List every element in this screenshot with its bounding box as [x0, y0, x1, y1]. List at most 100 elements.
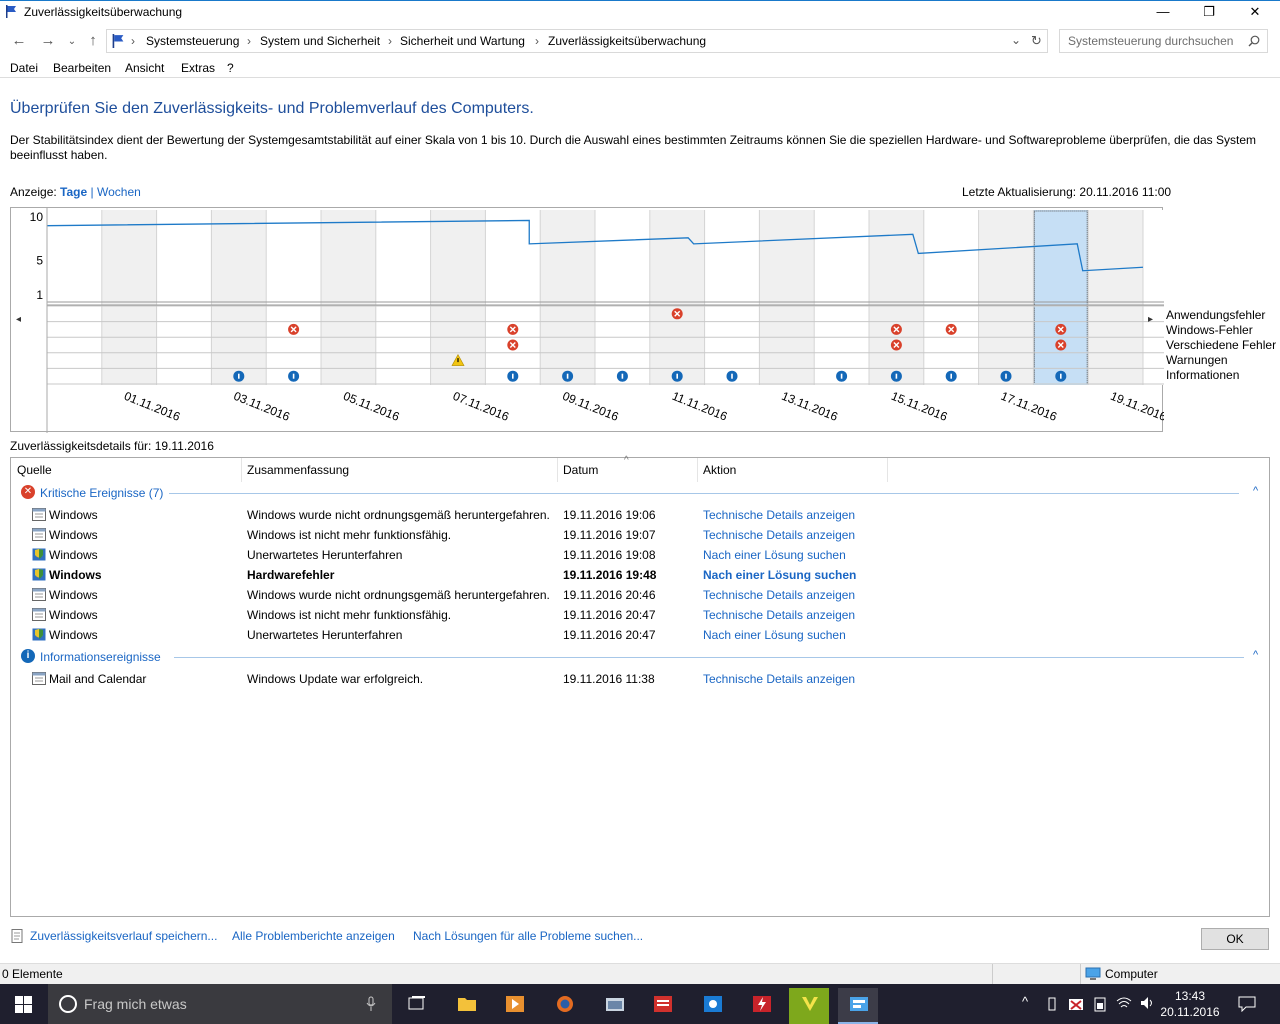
row-icon — [32, 588, 46, 601]
menu-datei[interactable]: Datei — [10, 61, 38, 75]
table-row[interactable]: Windows Windows ist nicht mehr funktionsf… — [11, 605, 1269, 625]
tray-expand-icon[interactable]: ^ — [1022, 994, 1028, 1009]
taskbar-app-explorer[interactable] — [446, 988, 486, 1024]
cell-action[interactable]: Technische Details anzeigen — [703, 672, 855, 686]
cell-action[interactable]: Technische Details anzeigen — [703, 528, 855, 542]
breadcrumb-systemsteuerung[interactable]: Systemsteuerung — [146, 34, 239, 48]
task-view-button[interactable] — [396, 988, 436, 1024]
maximize-button[interactable]: ❐ — [1186, 1, 1232, 24]
group-header[interactable]: ✕ Kritische Ereignisse (7) ^ — [19, 484, 1259, 502]
taskbar-app-news[interactable] — [642, 988, 682, 1024]
taskbar-search[interactable]: Frag mich etwas — [48, 984, 392, 1024]
refresh-icon[interactable]: ↻ — [1031, 33, 1042, 49]
microphone-icon[interactable] — [366, 996, 376, 1012]
cell-action[interactable]: Nach einer Lösung suchen — [703, 548, 846, 562]
breadcrumb[interactable]: › Systemsteuerung › System und Sicherhei… — [106, 29, 1048, 53]
ok-button[interactable]: OK — [1201, 928, 1269, 950]
menu-bearbeiten[interactable]: Bearbeiten — [53, 61, 111, 75]
volume-icon[interactable] — [1140, 996, 1156, 1010]
group-header[interactable]: i Informationsereignisse ^ — [19, 648, 1259, 666]
group-title: Informationsereignisse — [40, 650, 161, 664]
table-row[interactable]: Windows Unerwartetes Herunterfahren 19.11.… — [11, 625, 1269, 645]
day-column — [759, 210, 815, 385]
column-header-zusammenfassung[interactable]: Zusammenfassung — [247, 463, 349, 477]
taskbar-app-control-panel[interactable] — [838, 988, 878, 1024]
cell-action[interactable]: Technische Details anzeigen — [703, 588, 855, 602]
menu-help[interactable]: ? — [227, 61, 234, 75]
reliability-chart-canvas[interactable]: 10 5 1 01.11.2016 03.11.2016 05.11.2016 07.11.… — [11, 208, 1164, 433]
collapse-icon[interactable]: ^ — [1253, 485, 1258, 497]
table-row[interactable]: Windows Windows ist nicht mehr funktionsf… — [11, 525, 1269, 545]
up-button[interactable]: ↑ — [82, 32, 104, 49]
view-weeks-link[interactable]: Wochen — [97, 185, 141, 199]
table-row[interactable]: Mail and Calendar Windows Update war erfo… — [11, 669, 1269, 689]
breadcrumb-system-und-sicherheit[interactable]: System und Sicherheit — [260, 34, 380, 48]
breadcrumb-sicherheit-und-wartung[interactable]: Sicherheit und Wartung — [400, 34, 525, 48]
taskbar-app-firefox[interactable] — [544, 988, 584, 1024]
table-row[interactable]: Windows Windows wurde nicht ordnungsgemäß… — [11, 505, 1269, 525]
reliability-chart[interactable]: 10 5 1 01.11.2016 03.11.2016 05.11.2016 07.11.… — [10, 207, 1164, 433]
taskbar-app-tool[interactable] — [594, 988, 634, 1024]
sort-ascending-icon: ^ — [624, 455, 629, 466]
folder-icon — [458, 998, 476, 1011]
table-row[interactable]: Windows Hardwarefehler 19.11.2016 19:48 Nac… — [11, 565, 1269, 585]
taskbar-app-vectorian[interactable] — [789, 988, 829, 1024]
taskbar-app-media[interactable] — [494, 988, 534, 1024]
column-header-quelle[interactable]: Quelle — [17, 463, 52, 477]
cell-action[interactable]: Nach einer Lösung suchen — [703, 628, 846, 642]
wifi-icon[interactable] — [1116, 996, 1132, 1010]
table-row[interactable]: Windows Unerwartetes Herunterfahren 19.11.… — [11, 545, 1269, 565]
row-icon — [32, 672, 46, 685]
check-all-solutions-link[interactable]: Nach Lösungen für alle Probleme suchen..… — [413, 929, 643, 943]
search-icon[interactable] — [1248, 35, 1260, 47]
collapse-icon[interactable]: ^ — [1253, 649, 1258, 661]
breadcrumb-current[interactable]: Zuverlässigkeitsüberwachung — [548, 34, 706, 48]
minimize-button[interactable]: — — [1140, 1, 1186, 24]
battery-icon[interactable] — [1094, 996, 1106, 1012]
taskbar-app-flash[interactable] — [741, 988, 781, 1024]
cell-action[interactable]: Technische Details anzeigen — [703, 608, 855, 622]
breadcrumb-separator: › — [131, 34, 135, 48]
window-icon — [32, 608, 46, 621]
cell-action[interactable]: Nach einer Lösung suchen — [703, 568, 856, 582]
notifications-icon[interactable] — [1238, 996, 1256, 1012]
x-tick-label: 13.11.2016 — [780, 389, 840, 424]
scroll-right-icon[interactable]: ▸ — [1148, 314, 1153, 325]
cell-date: 19.11.2016 19:07 — [563, 528, 656, 542]
cell-summary: Windows wurde nicht ordnungsgemäß herunt… — [247, 508, 550, 522]
day-column — [978, 210, 1034, 385]
menu-bar: Datei Bearbeiten Ansicht Extras ? — [0, 58, 1280, 78]
forward-button[interactable]: → — [37, 32, 59, 49]
table-row[interactable]: Windows Windows wurde nicht ordnungsgemäß… — [11, 585, 1269, 605]
recent-pages-dropdown[interactable]: ⌄ — [61, 36, 83, 47]
day-column — [1088, 210, 1143, 385]
column-divider — [241, 458, 242, 482]
usb-icon[interactable] — [1046, 996, 1058, 1012]
taskbar-app-weather[interactable] — [692, 988, 732, 1024]
menu-extras[interactable]: Extras — [181, 61, 215, 75]
breadcrumb-separator: › — [535, 34, 539, 48]
column-header-aktion[interactable]: Aktion — [703, 463, 736, 477]
status-divider — [992, 964, 993, 984]
column-header-datum[interactable]: Datum — [563, 463, 598, 477]
close-button[interactable]: ✕ — [1232, 1, 1278, 24]
row-icon — [32, 508, 46, 521]
scroll-left-icon[interactable]: ◂ — [16, 314, 21, 325]
taskbar-clock[interactable]: 13:43 20.11.2016 — [1160, 988, 1220, 1020]
back-button[interactable]: ← — [8, 32, 30, 49]
group-divider — [174, 657, 1244, 658]
status-divider — [1080, 964, 1081, 984]
save-history-link[interactable]: Zuverlässigkeitsverlauf speichern... — [30, 929, 217, 943]
cell-source: Windows — [49, 588, 98, 602]
row-label-windows-fehler: Windows-Fehler — [1166, 323, 1253, 337]
y-tick-label: 1 — [36, 288, 43, 302]
windows-start-icon[interactable] — [15, 996, 32, 1013]
search-input[interactable]: Systemsteuerung durchsuchen — [1059, 29, 1268, 53]
menu-ansicht[interactable]: Ansicht — [125, 61, 164, 75]
view-all-reports-link[interactable]: Alle Problemberichte anzeigen — [232, 929, 395, 943]
chevron-down-icon[interactable]: ⌄ — [1011, 33, 1021, 47]
cell-action[interactable]: Technische Details anzeigen — [703, 508, 855, 522]
view-days-link[interactable]: Tage — [60, 185, 87, 199]
flash-icon — [753, 996, 771, 1012]
antivirus-icon[interactable] — [1068, 996, 1084, 1012]
